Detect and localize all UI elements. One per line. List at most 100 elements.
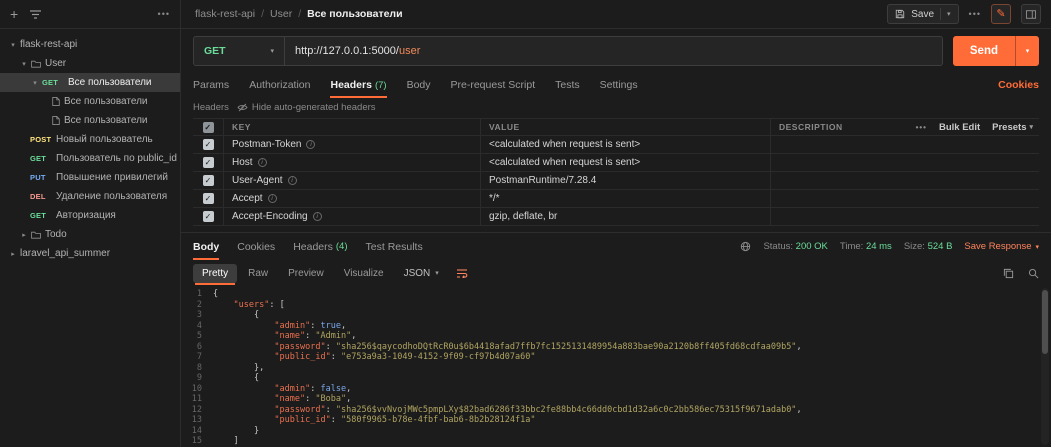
response-tab-test-results[interactable]: Test Results	[366, 233, 423, 260]
send-options-button[interactable]: ▾	[1015, 36, 1039, 66]
send-button[interactable]: Send ▾	[952, 36, 1039, 66]
tab-pre-request-script[interactable]: Pre-request Script	[451, 72, 536, 98]
tab-params[interactable]: Params	[193, 72, 229, 98]
header-key[interactable]: Accept-Encoding	[232, 211, 308, 222]
column-description: DESCRIPTION	[779, 122, 843, 132]
sidebar-item[interactable]: Все пользователи	[0, 111, 180, 130]
folder-icon	[31, 60, 41, 68]
header-row[interactable]: ✓ Accept-Encoding i gzip, deflate, br	[193, 208, 1039, 226]
header-value[interactable]: <calculated when request is sent>	[489, 139, 640, 150]
tab-authorization[interactable]: Authorization	[249, 72, 310, 98]
format-select[interactable]: JSON ▾	[395, 264, 448, 283]
header-value[interactable]: gzip, deflate, br	[489, 211, 557, 222]
select-all-checkbox[interactable]: ✓	[202, 121, 214, 133]
sidebar-item[interactable]: ▸ Todo	[0, 225, 180, 244]
cookies-link[interactable]: Cookies	[998, 72, 1039, 98]
header-description[interactable]	[770, 208, 1039, 225]
sidebar-item[interactable]: Все пользователи	[0, 92, 180, 111]
sidebar-item[interactable]: ▾ User	[0, 54, 180, 73]
header-key[interactable]: Postman-Token	[232, 139, 301, 150]
row-checkbox[interactable]: ✓	[202, 193, 214, 204]
save-button[interactable]: Save ▾	[887, 4, 959, 24]
header-description[interactable]	[770, 172, 1039, 189]
network-icon[interactable]	[740, 241, 751, 252]
search-icon[interactable]	[1028, 268, 1039, 279]
view-tab-raw[interactable]: Raw	[239, 264, 277, 283]
chevron-down-icon[interactable]: ▾	[947, 10, 951, 18]
chevron-down-icon[interactable]: ▾	[30, 79, 40, 87]
chevron-right-icon[interactable]: ▸	[8, 250, 18, 258]
more-icon[interactable]: •••	[158, 9, 170, 19]
response-tab-cookies[interactable]: Cookies	[237, 233, 275, 260]
hide-autogenerated-link[interactable]: Hide auto-generated headers	[237, 102, 376, 113]
view-tab-preview[interactable]: Preview	[279, 264, 333, 283]
header-key[interactable]: Host	[232, 157, 253, 168]
url-input[interactable]: http://127.0.0.1:5000/user	[285, 36, 943, 66]
row-checkbox[interactable]: ✓	[202, 211, 214, 222]
presets-button[interactable]: Presets ▾	[992, 122, 1033, 133]
tab-settings[interactable]: Settings	[600, 72, 638, 98]
sidebar-item[interactable]: DEL Удаление пользователя	[0, 187, 180, 206]
row-checkbox[interactable]: ✓	[202, 139, 214, 150]
header-value[interactable]: */*	[489, 193, 500, 204]
header-row[interactable]: ✓ Postman-Token i <calculated when request …	[193, 136, 1039, 154]
layout-button[interactable]	[1021, 4, 1041, 24]
header-row[interactable]: ✓ Host i <calculated when request is sent>	[193, 154, 1039, 172]
sidebar-item[interactable]: PUT Повышение привилегий	[0, 168, 180, 187]
header-key[interactable]: User-Agent	[232, 175, 283, 186]
tab-body[interactable]: Body	[407, 72, 431, 98]
pencil-icon: ✎	[996, 7, 1006, 20]
filter-icon[interactable]	[30, 9, 42, 19]
chevron-down-icon[interactable]: ▾	[8, 41, 18, 49]
status-badge: Status: 200 OK	[763, 241, 828, 252]
code-viewer[interactable]: 1{2 "users": [3 {4 "admin": true, 5 "name…	[191, 289, 1051, 447]
response-tab-body[interactable]: Body	[193, 233, 220, 260]
line-number: 12	[191, 404, 202, 415]
header-description[interactable]	[770, 154, 1039, 171]
header-description[interactable]	[770, 136, 1039, 153]
tab-tests[interactable]: Tests	[555, 72, 580, 98]
sidebar-item[interactable]: GET Авторизация	[0, 206, 180, 225]
copy-icon[interactable]	[1003, 268, 1014, 279]
scrollbar-thumb[interactable]	[1042, 290, 1048, 354]
sidebar-item[interactable]: POST Новый пользователь	[0, 130, 180, 149]
row-checkbox[interactable]: ✓	[202, 175, 214, 186]
method-select[interactable]: GET ▾	[193, 36, 285, 66]
header-key[interactable]: Accept	[232, 193, 263, 204]
chevron-down-icon: ▾	[1025, 48, 1030, 55]
edit-button[interactable]: ✎	[991, 4, 1011, 24]
save-response-button[interactable]: Save Response ▾	[964, 241, 1039, 252]
row-checkbox[interactable]: ✓	[202, 157, 214, 168]
sidebar-item[interactable]: ▾ GET Все пользователи	[0, 73, 180, 92]
sidebar-item-label: laravel_api_summer	[20, 248, 111, 259]
bulk-edit-button[interactable]: Bulk Edit	[939, 122, 980, 133]
breadcrumb-collection[interactable]: flask-rest-api	[195, 8, 255, 20]
view-tab-visualize[interactable]: Visualize	[335, 264, 393, 283]
response-tab-headers[interactable]: Headers (4)	[293, 233, 347, 260]
header-row[interactable]: ✓ User-Agent i PostmanRuntime/7.28.4	[193, 172, 1039, 190]
chevron-right-icon[interactable]: ▸	[19, 231, 29, 239]
breadcrumb-folder[interactable]: User	[270, 8, 292, 20]
view-tab-pretty[interactable]: Pretty	[193, 263, 238, 285]
more-icon[interactable]: •••	[916, 123, 927, 132]
header-description[interactable]	[770, 190, 1039, 207]
sidebar-item[interactable]: ▾ flask-rest-api	[0, 35, 180, 54]
header-value[interactable]: PostmanRuntime/7.28.4	[489, 175, 596, 186]
headers-caption: Headers	[193, 101, 229, 113]
table-body: ✓ Postman-Token i <calculated when request …	[193, 136, 1039, 226]
more-icon[interactable]: •••	[969, 9, 981, 19]
wrap-text-icon[interactable]	[456, 268, 468, 278]
method-label: GET	[30, 211, 47, 220]
header-row[interactable]: ✓ Accept i */*	[193, 190, 1039, 208]
new-icon[interactable]: +	[10, 7, 18, 21]
response-tools	[1003, 268, 1039, 279]
chevron-down-icon[interactable]: ▾	[19, 60, 29, 68]
breadcrumb: flask-rest-api / User / Все пользователи	[195, 8, 403, 20]
tab-label: Cookies	[237, 240, 276, 253]
sidebar-item[interactable]: GET Пользователь по public_id	[0, 149, 180, 168]
scrollbar[interactable]	[1041, 288, 1049, 445]
tab-headers[interactable]: Headers (7)	[330, 72, 387, 98]
method-label: GET	[42, 78, 59, 87]
sidebar-item[interactable]: ▸ laravel_api_summer	[0, 244, 180, 263]
header-value[interactable]: <calculated when request is sent>	[489, 157, 640, 168]
